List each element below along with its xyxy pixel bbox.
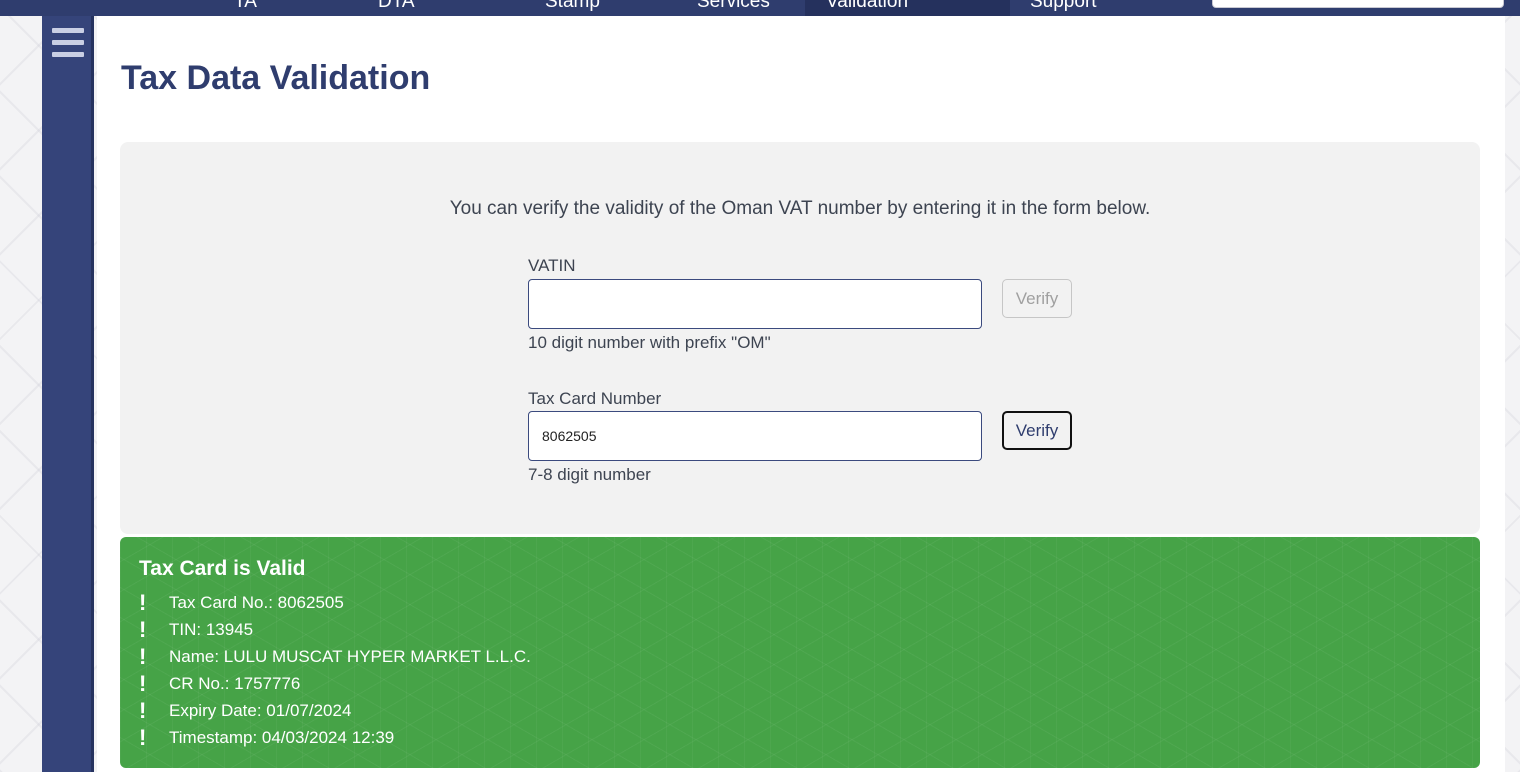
nav-item-stamp[interactable]: Stamp — [545, 0, 600, 13]
result-item-tax-card-no: ! Tax Card No.: 8062505 — [139, 589, 344, 615]
vatin-input[interactable] — [528, 279, 982, 329]
tax-card-input[interactable] — [528, 411, 982, 461]
nav-item-validation[interactable]: Validation — [826, 0, 908, 13]
vatin-label: VATIN — [528, 256, 576, 275]
exclamation-icon: ! — [139, 697, 147, 723]
result-item-cr-no: ! CR No.: 1757776 — [139, 670, 301, 696]
result-item-name: ! Name: LULU MUSCAT HYPER MARKET L.L.C. — [139, 643, 531, 669]
tax-card-label: Tax Card Number — [528, 389, 662, 408]
tax-card-verify-button[interactable]: Verify — [1002, 411, 1072, 450]
nav-item-ta[interactable]: TA — [234, 0, 257, 13]
exclamation-icon: ! — [139, 670, 147, 696]
exclamation-icon: ! — [139, 643, 147, 669]
result-item-expiry-date: ! Expiry Date: 01/07/2024 — [139, 697, 352, 723]
tax-card-hint: 7-8 digit number — [528, 465, 651, 484]
page-title: Tax Data Validation — [121, 59, 431, 97]
exclamation-icon: ! — [139, 616, 147, 642]
result-item-tin: ! TIN: 13945 — [139, 616, 254, 642]
hamburger-menu-icon[interactable] — [52, 28, 84, 58]
form-intro-text: You can verify the validity of the Oman … — [449, 198, 1151, 219]
nav-item-support[interactable]: Support — [1030, 0, 1097, 13]
search-input[interactable] — [1212, 0, 1504, 8]
result-item-timestamp: ! Timestamp: 04/03/2024 12:39 — [139, 724, 395, 750]
exclamation-icon: ! — [139, 724, 147, 750]
exclamation-icon: ! — [139, 589, 147, 615]
top-navigation-bar: TA DTA Stamp Services Validation Support — [0, 0, 1520, 16]
validation-form-panel: You can verify the validity of the Oman … — [120, 142, 1480, 534]
validation-result-panel: Tax Card is Valid ! Tax Card No.: 8062505… — [120, 537, 1480, 768]
vatin-hint: 10 digit number with prefix "OM" — [528, 333, 771, 352]
main-content: Tax Data Validation You can verify the v… — [97, 16, 1505, 772]
vatin-verify-button[interactable]: Verify — [1002, 279, 1072, 318]
result-title: Tax Card is Valid — [139, 557, 306, 580]
nav-item-services[interactable]: Services — [697, 0, 770, 13]
result-details-list: ! Tax Card No.: 8062505 ! TIN: 13945 ! Name… — [139, 589, 531, 751]
sidebar — [42, 16, 94, 772]
nav-item-dta[interactable]: DTA — [378, 0, 415, 13]
